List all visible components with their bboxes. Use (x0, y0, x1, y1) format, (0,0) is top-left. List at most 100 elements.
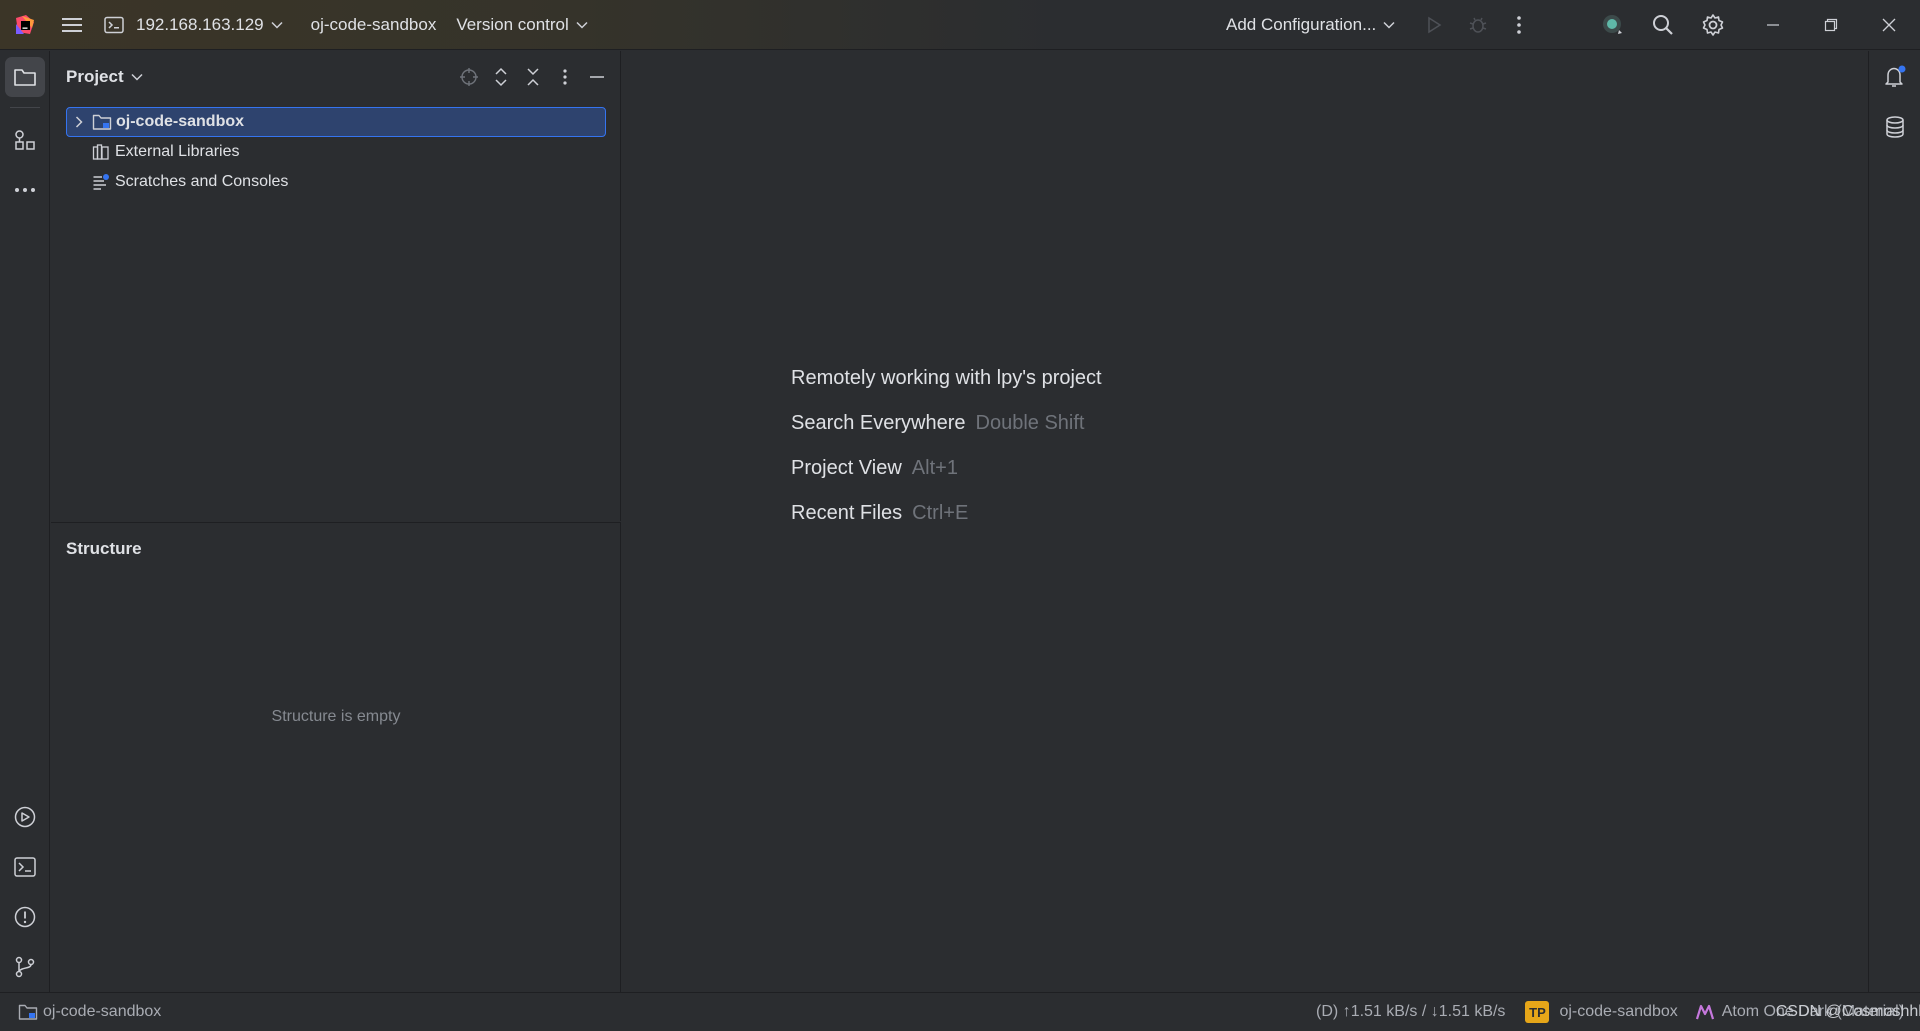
jetbrains-logo-icon (16, 14, 34, 34)
play-icon (1428, 16, 1442, 34)
debug-button[interactable] (1458, 5, 1498, 45)
project-panel-title[interactable]: Project (66, 67, 124, 87)
services-icon (14, 806, 36, 828)
chevron-down-icon (1383, 21, 1395, 29)
editor-hint-project-view[interactable]: Project View Alt+1 (791, 457, 958, 480)
main-menu-button[interactable] (52, 5, 92, 45)
more-vertical-icon (563, 69, 567, 85)
hint-shortcut: Double Shift (975, 412, 1085, 434)
module-folder-icon (91, 113, 113, 131)
network-speed-widget[interactable]: (D) ↑1.51 kB/s / ↓1.51 kB/s (1316, 1003, 1505, 1021)
remote-host-label: 192.168.163.129 (136, 14, 264, 34)
material-theme-icon (1695, 1004, 1714, 1020)
locate-icon (460, 68, 478, 86)
folder-icon (14, 69, 36, 86)
tree-item-project-root[interactable]: oj-code-sandbox (66, 107, 606, 137)
close-icon (1882, 18, 1896, 31)
structure-empty-text: Structure is empty (271, 708, 401, 725)
terminal-host-icon (104, 16, 124, 33)
project-name-label: oj-code-sandbox (310, 14, 437, 34)
editor-hint-search-everywhere[interactable]: Search Everywhere Double Shift (791, 412, 1085, 435)
structure-panel-title: Structure (66, 539, 142, 558)
project-tool-button[interactable] (5, 57, 45, 97)
chevron-down-icon (271, 21, 283, 29)
minimize-button[interactable] (1744, 0, 1802, 50)
hint-text: Recent Files (791, 502, 903, 524)
chevron-right-icon[interactable] (67, 116, 91, 128)
hint-text: Search Everywhere (791, 412, 966, 434)
scratches-icon (90, 173, 112, 191)
collapse-all-icon (527, 68, 539, 86)
run-configuration-label: Add Configuration... (1226, 14, 1377, 34)
more-horizontal-icon (15, 188, 35, 192)
panel-options-button[interactable] (549, 61, 581, 93)
left-tool-window-strip (0, 51, 50, 992)
tp-project-widget[interactable]: oj-code-sandbox (1559, 1003, 1677, 1021)
code-with-me-button[interactable] (1593, 5, 1633, 45)
bug-icon (1469, 17, 1487, 33)
more-tool-windows-button[interactable] (5, 170, 45, 210)
select-opened-file-button[interactable] (453, 61, 485, 93)
status-project-label: oj-code-sandbox (43, 1003, 162, 1020)
editor-hint-recent-files[interactable]: Recent Files Ctrl+E (791, 502, 968, 525)
status-widgets: (D) ↑1.51 kB/s / ↓1.51 kB/s TP oj-code-s… (1316, 993, 1920, 1031)
database-icon (1886, 116, 1904, 138)
terminal-icon (14, 857, 36, 877)
gear-icon (1702, 14, 1724, 36)
status-bar: oj-code-sandbox (D) ↑1.51 kB/s / ↓1.51 k… (0, 992, 1920, 1030)
database-button[interactable] (1875, 107, 1915, 147)
project-selector[interactable]: oj-code-sandbox (311, 0, 437, 50)
structure-tool-window: Structure Structure is empty (51, 522, 621, 992)
services-tool-button[interactable] (5, 797, 45, 837)
chevron-down-icon (131, 73, 143, 81)
problems-icon (14, 906, 36, 928)
minimize-icon (1767, 23, 1779, 26)
tree-item-label: oj-code-sandbox (116, 113, 245, 130)
hint-text: Project View (791, 457, 902, 479)
version-control-menu[interactable]: Version control (456, 0, 588, 50)
version-control-label: Version control (456, 14, 569, 34)
git-tool-button[interactable] (5, 947, 45, 987)
editor-area: Remotely working with lpy's project Sear… (622, 51, 1868, 992)
project-panel-toolbar (453, 61, 613, 93)
hint-text: Remotely working with lpy's project (791, 367, 1102, 389)
hint-shortcut: Ctrl+E (912, 502, 969, 524)
search-icon (1653, 15, 1673, 35)
right-tool-window-strip (1868, 51, 1920, 992)
tree-item-scratches[interactable]: Scratches and Consoles (66, 167, 606, 197)
hint-shortcut: Alt+1 (911, 457, 958, 479)
strip-divider (10, 107, 40, 108)
settings-button[interactable] (1693, 5, 1733, 45)
app-logo[interactable] (12, 0, 38, 50)
tree-item-external-libraries[interactable]: External Libraries (66, 137, 606, 167)
git-branch-icon (15, 956, 35, 978)
close-window-button[interactable] (1860, 0, 1918, 50)
chevron-down-icon (576, 21, 588, 29)
theme-widget[interactable]: Atom One Dark (Material) CSDN @Cosmoshhh… (1722, 1003, 1920, 1021)
editor-hint-remote: Remotely working with lpy's project (791, 367, 1102, 390)
problems-tool-button[interactable] (5, 897, 45, 937)
hamburger-menu-icon (62, 17, 82, 32)
structure-icon (15, 130, 35, 150)
restore-button[interactable] (1802, 0, 1860, 50)
remote-host-selector[interactable]: 192.168.163.129 (104, 0, 283, 50)
title-bar: 192.168.163.129 oj-code-sandbox Version … (0, 0, 1920, 50)
terminal-tool-button[interactable] (5, 847, 45, 887)
structure-tool-button[interactable] (5, 120, 45, 160)
search-everywhere-button[interactable] (1643, 5, 1683, 45)
more-actions-button[interactable] (1499, 5, 1539, 45)
collapse-all-button[interactable] (517, 61, 549, 93)
restore-window-icon (1824, 18, 1838, 31)
run-button[interactable] (1414, 5, 1454, 45)
watermark-text: CSDN @Cosmoshhhyyy (1775, 1003, 1920, 1020)
tree-item-label: External Libraries (115, 143, 240, 160)
status-breadcrumb[interactable]: oj-code-sandbox (18, 993, 161, 1031)
notifications-button[interactable] (1875, 57, 1915, 97)
run-configuration-selector[interactable]: Add Configuration... (1226, 0, 1395, 50)
tp-badge: TP (1525, 1001, 1550, 1023)
hide-panel-button[interactable] (581, 61, 613, 93)
project-tool-window: Project oj-code-sandbox External Librari… (51, 51, 621, 521)
tree-item-label: Scratches and Consoles (115, 173, 289, 190)
library-icon (90, 143, 112, 161)
expand-all-button[interactable] (485, 61, 517, 93)
